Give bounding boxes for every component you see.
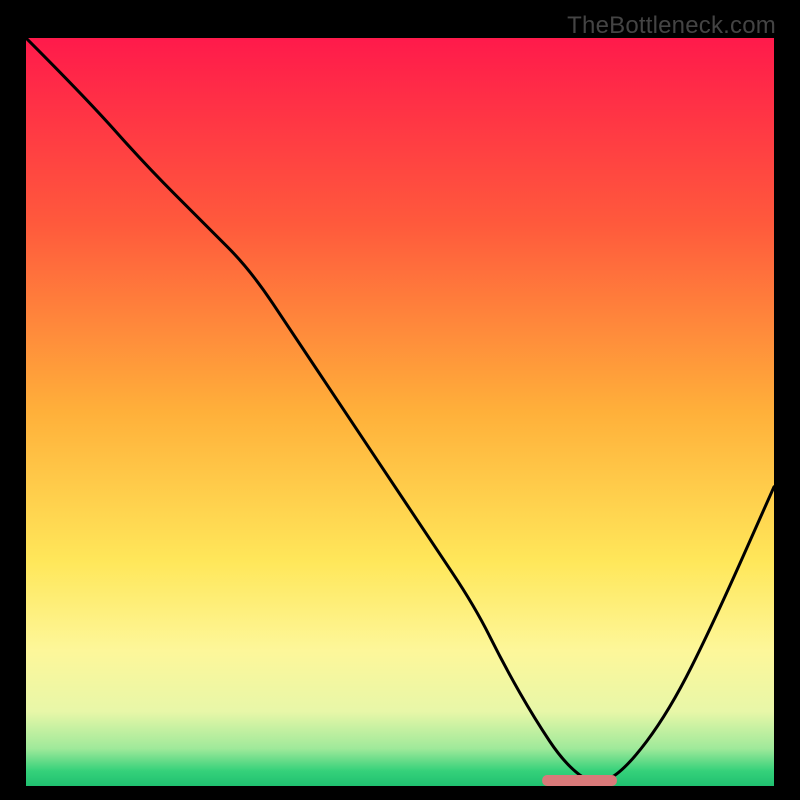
chart-frame: TheBottleneck.com xyxy=(14,14,786,786)
bottleneck-chart xyxy=(26,38,774,786)
watermark-text: TheBottleneck.com xyxy=(567,12,776,40)
optimal-marker xyxy=(542,775,617,786)
gradient-bg xyxy=(26,38,774,786)
